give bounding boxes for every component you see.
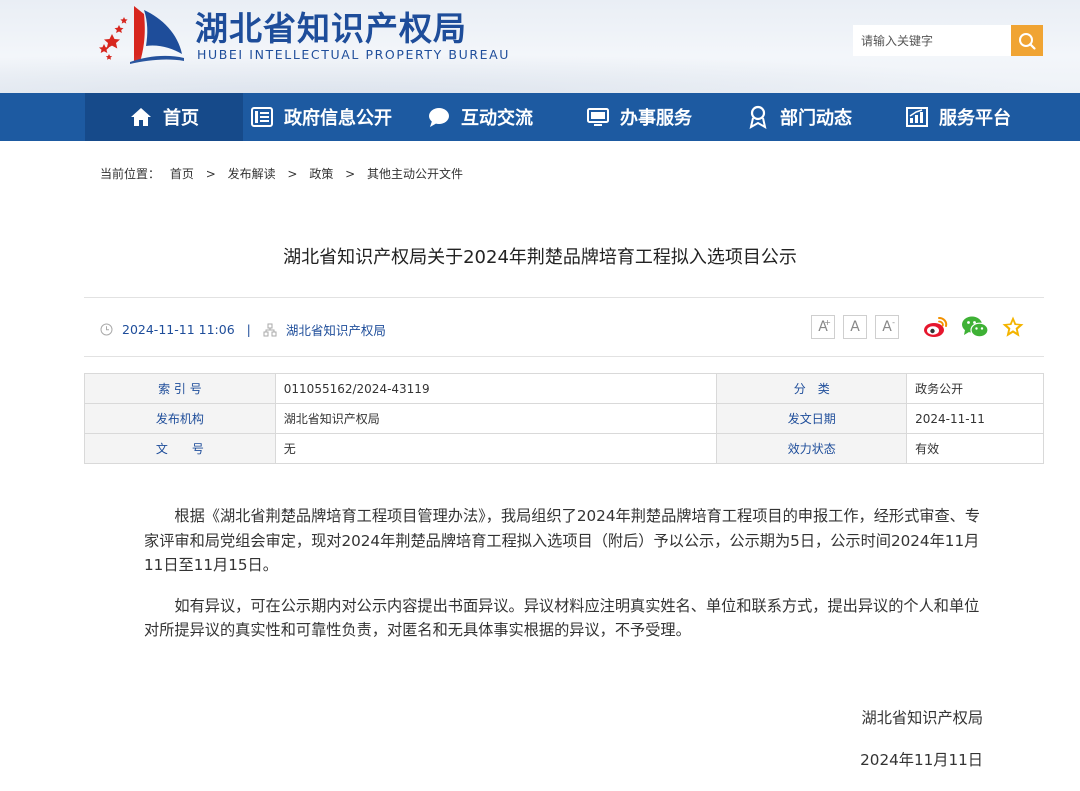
divider [84,297,1044,298]
font-default-label: A [850,319,860,335]
organization-icon [263,323,277,337]
nav-item-label: 服务平台 [939,108,1011,129]
search-box [853,25,1043,56]
info-label: 索 引 号 [84,373,276,404]
divider [84,356,1044,357]
body-paragraph: 如有异议，可在公示期内对公示内容提出书面异议。异议材料应注明真实姓名、单位和联系… [144,596,980,640]
info-value: 有效 [906,433,1044,464]
info-value: 政务公开 [906,373,1044,404]
info-label: 分 类 [716,373,908,404]
monitor-icon [586,105,610,129]
info-label: 发文日期 [716,403,908,434]
breadcrumb-separator: > [287,167,298,181]
nav-item-label: 政府信息公开 [284,108,392,129]
nav-item-home[interactable]: 首页 [85,93,243,141]
info-value: 2024-11-11 [906,403,1044,434]
site-title: 湖北省知识产权局 [195,9,467,48]
article-body: 根据《湖北省荆楚品牌培育工程项目管理办法》，我局组织了2024年荆楚品牌培育工程… [144,504,986,659]
table-row: 发布机构 湖北省知识产权局 发文日期 2024-11-11 [84,403,1044,434]
wechat-icon[interactable] [961,315,989,339]
search-button[interactable] [1011,25,1043,56]
main-nav: 首页 政府信息公开 互动交流 办事服务 部门动态 服务平台 [0,93,1080,141]
signature: 湖北省知识产权局 [861,709,984,727]
nav-item-services[interactable]: 办事服务 [586,93,692,141]
stars-and-sail-logo[interactable] [92,4,187,64]
info-value: 无 [274,433,718,464]
home-icon [129,105,153,129]
publish-datetime: 2024-11-11 11:06 [122,322,235,337]
search-icon [1019,32,1036,50]
nav-item-label: 首页 [163,108,199,129]
info-value: 湖北省知识产权局 [274,403,718,434]
nav-item-gov-info[interactable]: 政府信息公开 [250,93,392,141]
breadcrumb-item-other-files[interactable]: 其他主动公开文件 [367,167,463,181]
font-decrease-button[interactable]: A- [875,315,899,339]
breadcrumb-separator: > [205,167,216,181]
meta-separator: | [246,322,251,337]
nav-item-service-platform[interactable]: 服务平台 [905,93,1011,141]
chat-icon [427,105,451,129]
location-icon [746,105,770,129]
signature-date: 2024年11月11日 [860,751,983,769]
font-default-button[interactable]: A [843,315,867,339]
table-row: 文 号 无 效力状态 有效 [84,433,1044,464]
document-info-table: 索 引 号 011055162/2024-43119 分 类 政务公开 发布机构… [84,373,1044,464]
breadcrumb-separator: > [345,167,356,181]
share-bar [923,315,1037,339]
breadcrumb-item-policy[interactable]: 政策 [309,167,333,181]
article-title: 湖北省知识产权局关于2024年荆楚品牌培育工程拟入选项目公示 [283,247,797,268]
site-subtitle: HUBEI INTELLECTUAL PROPERTY BUREAU [197,47,511,62]
breadcrumb-prefix: 当前位置： [100,167,161,181]
info-label: 发布机构 [84,403,276,434]
list-icon [250,105,274,129]
article-source: 湖北省知识产权局 [285,323,386,338]
clock-icon [100,323,113,336]
font-increase-button[interactable]: A + [811,315,835,339]
site-header: 湖北省知识产权局 HUBEI INTELLECTUAL PROPERTY BUR… [0,0,1080,93]
body-paragraph: 根据《湖北省荆楚品牌培育工程项目管理办法》，我局组织了2024年荆楚品牌培育工程… [144,507,981,574]
search-input[interactable] [853,25,1011,56]
chart-icon [905,105,929,129]
nav-item-interaction[interactable]: 互动交流 [427,93,533,141]
breadcrumb-item-release[interactable]: 发布解读 [228,167,276,181]
info-value: 011055162/2024-43119 [274,373,718,404]
font-decrease-label: A [882,319,892,335]
info-label: 文 号 [84,433,276,464]
info-label: 效力状态 [716,433,908,464]
article-tools: A + A A- [811,314,1037,340]
nav-item-label: 部门动态 [780,108,852,129]
nav-item-dept-news[interactable]: 部门动态 [746,93,852,141]
article-meta: 2024-11-11 11:06 | 湖北省知识产权局 [100,320,386,339]
breadcrumb: 当前位置： 首页 > 发布解读 > 政策 > 其他主动公开文件 [100,165,463,182]
nav-item-label: 互动交流 [461,108,533,129]
favorite-star-icon[interactable] [1001,315,1025,339]
nav-item-label: 办事服务 [620,108,692,129]
weibo-icon[interactable] [923,315,949,339]
table-row: 索 引 号 011055162/2024-43119 分 类 政务公开 [84,373,1044,404]
breadcrumb-item-home[interactable]: 首页 [170,167,194,181]
